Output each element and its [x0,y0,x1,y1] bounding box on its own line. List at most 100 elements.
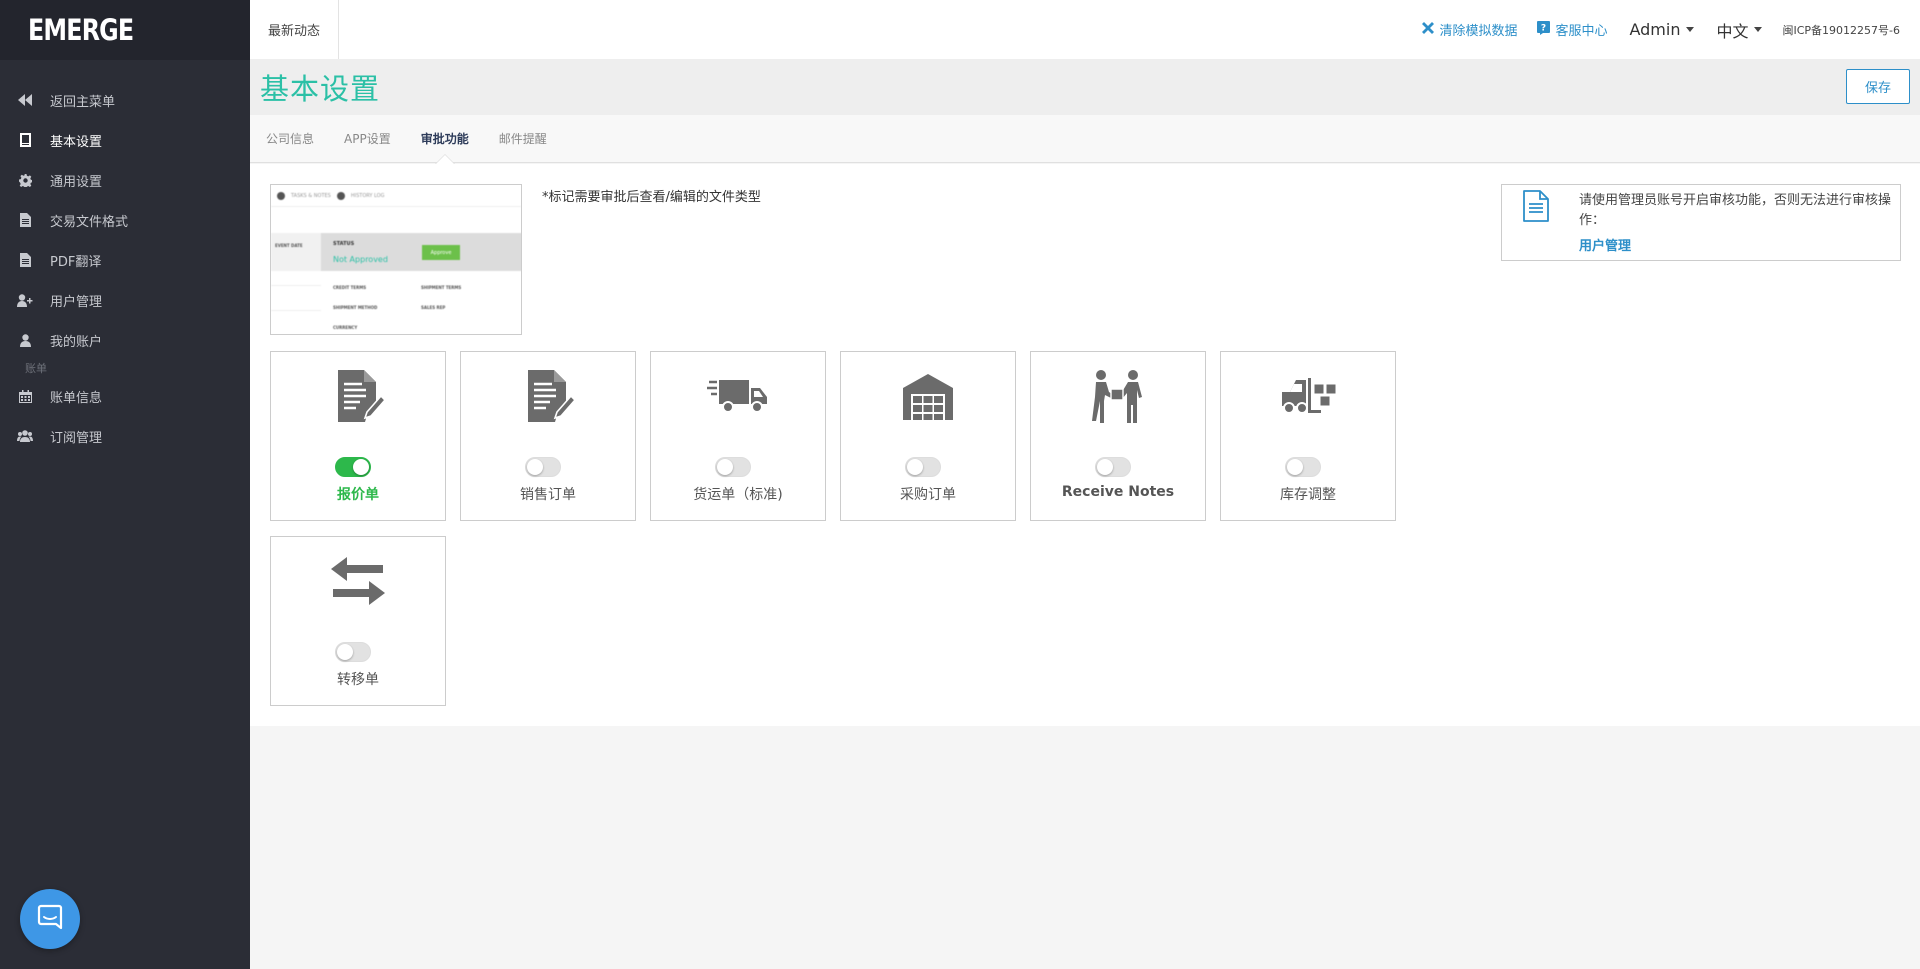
chevron-down-icon [1754,27,1763,32]
approval-toggle[interactable] [335,642,371,662]
doc-type-label: 采购订单 [900,487,956,503]
quote-edit-icon [271,368,445,424]
clear-demo-data-link[interactable]: 清除模拟数据 [1422,20,1517,39]
preview-label: SHIPMENT METHOD [333,305,378,310]
sidebar-item-general-settings[interactable]: 通用设置 [0,160,250,200]
delivery-person-icon [1031,368,1205,424]
preview-tab: TASKS & NOTES [291,192,331,199]
transfer-arrows-icon [271,553,445,609]
svg-text:?: ? [1541,23,1546,33]
sidebar-item-label: 用户管理 [50,294,103,310]
question-icon: ? [1537,20,1555,39]
doc-type-card-quote: 报价单 [270,351,446,521]
chat-icon [37,904,63,934]
approval-note: *标记需要审批后查看/编辑的文件类型 [542,190,761,205]
toggle-knob [353,459,369,475]
preview-label: STATUS [333,241,355,247]
sidebar-nav: 返回主菜单 基本设置 通用设置 交易文件格式 PDF翻译 用户管理 我的账户 账… [0,80,250,456]
doc-type-card-sales-order: 销售订单 [460,351,636,521]
sales-order-edit-icon [461,368,635,424]
sidebar-section-billing: 账单 [25,362,47,375]
tab-app-settings[interactable]: APP设置 [344,115,391,163]
gear-icon [16,173,34,187]
preview-approve-button: Approve [422,245,460,260]
sidebar-item-user-management[interactable]: 用户管理 [0,280,250,320]
book-icon [16,133,34,147]
tab-approval[interactable]: 审批功能 [421,115,469,164]
sidebar-item-subscription[interactable]: 订阅管理 [0,416,250,456]
approval-toggle[interactable] [1095,457,1131,477]
user-dropdown[interactable]: Admin [1629,20,1695,39]
preview-label: CURRENCY [333,325,358,330]
preview-tab: HISTORY LOG [350,192,385,199]
toggle-knob [1097,459,1113,475]
sidebar-item-basic-settings[interactable]: 基本设置 [0,120,250,160]
admin-info-text: 请使用管理员账号开启审核功能，否则无法进行审核操作： [1579,193,1892,228]
document-icon [1522,190,1550,226]
doc-type-label: 销售订单 [520,487,576,503]
preview-tabs: TASKS & NOTES HISTORY LOG [271,185,521,207]
close-icon [1422,21,1439,38]
tab-company-info[interactable]: 公司信息 [266,115,314,163]
doc-type-card-receive-notes: Receive Notes [1030,351,1206,521]
sidebar-item-label: PDF翻译 [50,254,102,270]
tab-email-reminders[interactable]: 邮件提醒 [499,115,547,163]
sidebar-item-pdf-translation[interactable]: PDF翻译 [0,240,250,280]
sidebar-item-label: 返回主菜单 [50,94,116,110]
sidebar-item-my-account[interactable]: 我的账户 [0,320,250,360]
sidebar-item-label: 交易文件格式 [50,214,129,230]
preview-divider [271,310,321,311]
approval-toggle[interactable] [335,457,371,477]
preview-divider [271,285,321,286]
users-icon [16,429,34,443]
user-dropdown-label: Admin [1629,20,1681,39]
sidebar-item-label: 订阅管理 [50,430,103,446]
approval-toggle[interactable] [1285,457,1321,477]
logo-text: EMERGE [28,13,134,47]
approval-toggle[interactable] [525,457,561,477]
help-center-label: 客服中心 [1555,24,1608,39]
preview-label: SALES REP [421,305,446,310]
approval-settings-panel: TASKS & NOTES HISTORY LOG EVENT DATE STA… [250,164,1920,726]
page-header: 基本设置 保存 [250,59,1920,115]
truck-icon [651,368,825,424]
user-management-link[interactable]: 用户管理 [1579,235,1631,254]
sidebar: EMERGE 返回主菜单 基本设置 通用设置 交易文件格式 PDF翻译 用户管理… [0,0,250,969]
language-dropdown[interactable]: 中文 [1716,18,1763,42]
sidebar-item-label: 我的账户 [50,334,103,350]
news-link[interactable]: 最新动态 [250,0,340,59]
sidebar-item-billing-info[interactable]: 账单信息 [0,376,250,416]
chat-launcher-button[interactable] [20,889,80,949]
sidebar-item-label: 账单信息 [50,390,103,406]
doc-type-label: 报价单 [337,487,379,503]
chevron-down-icon [1686,27,1695,32]
help-center-link[interactable]: ? 客服中心 [1537,20,1607,39]
file-text-icon [16,253,34,267]
top-bar-actions: 清除模拟数据 ? 客服中心 Admin 中文 闽ICP备19012257号-6 [1402,0,1920,59]
approval-toggle[interactable] [715,457,751,477]
save-button[interactable]: 保存 [1846,69,1910,104]
sidebar-item-label: 基本设置 [50,134,103,150]
preview-dot [277,191,285,200]
doc-type-label: Receive Notes [1061,484,1175,500]
toggle-knob [907,459,923,475]
top-bar: 最新动态 清除模拟数据 ? 客服中心 Admin 中文 闽ICP备1901225… [250,0,1920,59]
preview-label: CREDIT TERMS [333,285,367,290]
toggle-knob [527,459,543,475]
doc-type-card-shipment: 货运单（标准) [650,351,826,521]
approval-preview-image: TASKS & NOTES HISTORY LOG EVENT DATE STA… [270,184,522,335]
approval-toggle[interactable] [905,457,941,477]
sidebar-item-document-format[interactable]: 交易文件格式 [0,200,250,240]
toggle-knob [337,644,353,660]
icp-license[interactable]: 闽ICP备19012257号-6 [1782,22,1900,38]
admin-info-box: 请使用管理员账号开启审核功能，否则无法进行审核操作： 用户管理 [1501,184,1901,261]
doc-type-card-inventory-adjustment: 库存调整 [1220,351,1396,521]
backward-icon [16,93,34,107]
doc-type-label: 货运单（标准) [693,487,783,503]
sidebar-item-back-to-main[interactable]: 返回主菜单 [0,80,250,120]
logo[interactable]: EMERGE [0,0,250,60]
user-plus-icon [16,293,34,307]
doc-type-card-transfer: 转移单 [270,536,446,706]
toggle-knob [1287,459,1303,475]
clear-demo-data-label: 清除模拟数据 [1439,24,1518,39]
